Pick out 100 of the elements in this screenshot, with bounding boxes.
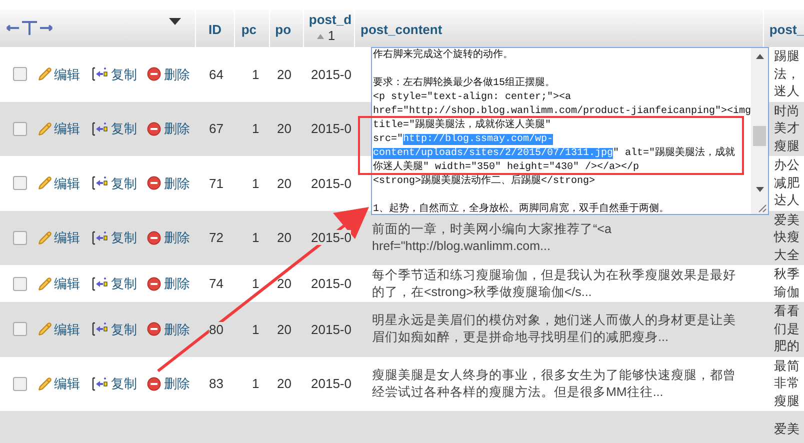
content-line: 前面的一章，时美网小编向大家推荐了“<a — [372, 220, 612, 238]
pencil-icon — [38, 67, 52, 82]
pc-cell: 1 — [252, 322, 260, 336]
column-header[interactable]: ID — [208, 22, 222, 37]
column-header[interactable]: post_d — [308, 12, 354, 28]
delete-link[interactable]: 删除 — [147, 174, 190, 193]
column-header[interactable]: post_content — [360, 22, 442, 37]
delete-icon — [147, 276, 161, 290]
copy-link[interactable]: 复制 — [92, 274, 147, 294]
scroll-up-icon[interactable] — [756, 54, 764, 59]
column-header[interactable]: pc — [241, 22, 257, 37]
title-line: 迷人 — [774, 83, 801, 100]
title-line: 秋季 — [774, 266, 801, 283]
title-line: 肥的 — [774, 338, 801, 355]
id-cell: 72 — [209, 230, 224, 245]
edit-link[interactable]: 编辑 — [38, 228, 92, 248]
sort-order: 1 — [328, 28, 336, 44]
row-checkbox[interactable] — [13, 122, 27, 136]
title-line: 看看 — [774, 303, 801, 320]
pc-cell: 1 — [252, 176, 260, 190]
scroll-thumb[interactable] — [753, 126, 766, 146]
po-cell: 20 — [277, 322, 292, 336]
delete-link[interactable]: 删除 — [147, 228, 190, 248]
copy-row-icon — [92, 376, 108, 391]
delete-icon — [147, 67, 161, 82]
edit-link[interactable]: 编辑 — [38, 119, 92, 138]
delete-icon — [147, 176, 161, 190]
po-cell: 20 — [277, 230, 292, 245]
row-checkbox[interactable] — [13, 230, 27, 245]
copy-link[interactable]: 复制 — [92, 374, 147, 394]
po-cell: 20 — [277, 276, 292, 291]
title-line: 爱美 — [774, 420, 801, 438]
row-checkbox[interactable] — [13, 176, 27, 190]
editor-line: <strong>踢腿美腿法动作二、后踢腿</strong> — [373, 175, 596, 189]
delete-icon — [147, 122, 161, 136]
row-checkbox[interactable] — [13, 276, 27, 290]
po-cell: 20 — [277, 376, 292, 391]
edit-link[interactable]: 编辑 — [38, 174, 92, 193]
column-header[interactable]: po — [275, 22, 292, 37]
copy-link[interactable]: 复制 — [92, 119, 147, 138]
copy-row-icon — [92, 230, 108, 245]
sort-ascending-icon[interactable] — [316, 34, 324, 38]
title-line: 办公 — [774, 157, 801, 174]
copy-row-icon — [92, 122, 108, 136]
column-resize-icon[interactable] — [6, 20, 53, 36]
column-header[interactable]: post_ — [769, 22, 804, 37]
po-cell: 20 — [277, 121, 292, 136]
title-line: 最简 — [774, 358, 801, 374]
title-line: 瑜伽 — [774, 284, 801, 300]
edit-link[interactable]: 编辑 — [38, 320, 92, 339]
title-line: 瘦腿 — [774, 138, 801, 154]
pc-cell: 1 — [252, 376, 260, 391]
copy-row-icon — [92, 176, 108, 190]
delete-link[interactable]: 删除 — [147, 64, 190, 84]
scrollbar[interactable] — [751, 48, 768, 214]
row-checkbox[interactable] — [13, 376, 27, 391]
content-line: href="http://blog.wanlimm.com... — [372, 238, 552, 255]
copy-row-icon — [92, 67, 108, 82]
copy-link[interactable]: 复制 — [92, 64, 147, 84]
row-checkbox[interactable] — [13, 67, 27, 82]
copy-link[interactable]: 复制 — [92, 228, 147, 248]
pencil-icon — [38, 276, 52, 290]
po-cell: 20 — [277, 176, 292, 190]
editor-line: <p style="text-align: center;"><a — [373, 91, 572, 105]
editor-line: 你迷人美腿" width="350" height="430" /></a></p — [373, 161, 640, 175]
copy-row-icon — [92, 322, 108, 336]
date-cell: 2015-0 — [311, 276, 352, 291]
pc-cell: 1 — [252, 276, 260, 291]
scroll-down-icon[interactable] — [756, 187, 764, 192]
dropdown-caret-icon[interactable] — [168, 18, 181, 26]
title-line: 大全 — [774, 246, 801, 264]
delete-icon — [147, 376, 161, 391]
delete-link[interactable]: 删除 — [147, 274, 190, 294]
pencil-icon — [38, 122, 52, 136]
edit-link[interactable]: 编辑 — [38, 274, 92, 294]
copy-link[interactable]: 复制 — [92, 174, 147, 193]
content-line: 经尝试过各种各样的瘦腿方法。但是很多MM往往... — [372, 384, 664, 401]
title-line: 非常 — [774, 375, 801, 392]
content-line: 明星永远是美眉们的模仿对象，她们迷人而傲人的身材更是让美 — [372, 312, 737, 330]
editor-line: title="踢腿美腿法，成就你迷人美腿" — [373, 119, 552, 133]
content-line: 瘦腿美腿是女人终身的事业，很多女生为了能够快速瘦腿，都曾 — [372, 366, 737, 384]
pc-cell: 1 — [252, 230, 260, 245]
delete-link[interactable]: 删除 — [147, 374, 190, 394]
row-checkbox[interactable] — [13, 322, 27, 336]
edit-link[interactable]: 编辑 — [38, 374, 92, 394]
text-editor[interactable] — [371, 47, 769, 215]
title-line: 瘦腿 — [774, 392, 801, 410]
editor-line: 1、起势，自然而立，全身放松。两脚同肩宽，双手自然垂于两侧。 — [373, 203, 670, 214]
editor-line: content/uploads/sites/2/2015/07/1311.jpg" alt="踢腿美腿法，成就 — [373, 147, 736, 160]
delete-link[interactable]: 删除 — [147, 119, 190, 138]
copy-link[interactable]: 复制 — [92, 320, 147, 339]
pencil-icon — [38, 376, 52, 391]
date-cell: 2015-0 — [311, 176, 352, 190]
content-line: 的了，在<strong>秋季做瘦腿瑜伽</s... — [372, 284, 593, 300]
title-line: 达人 — [774, 192, 801, 209]
edit-link[interactable]: 编辑 — [38, 64, 92, 84]
delete-link[interactable]: 删除 — [147, 320, 190, 339]
pc-cell: 1 — [252, 121, 260, 136]
resize-grip-icon[interactable] — [757, 203, 767, 213]
editor-line: 要求：左右脚轮换最少各做15组正摆腿。 — [373, 77, 556, 91]
